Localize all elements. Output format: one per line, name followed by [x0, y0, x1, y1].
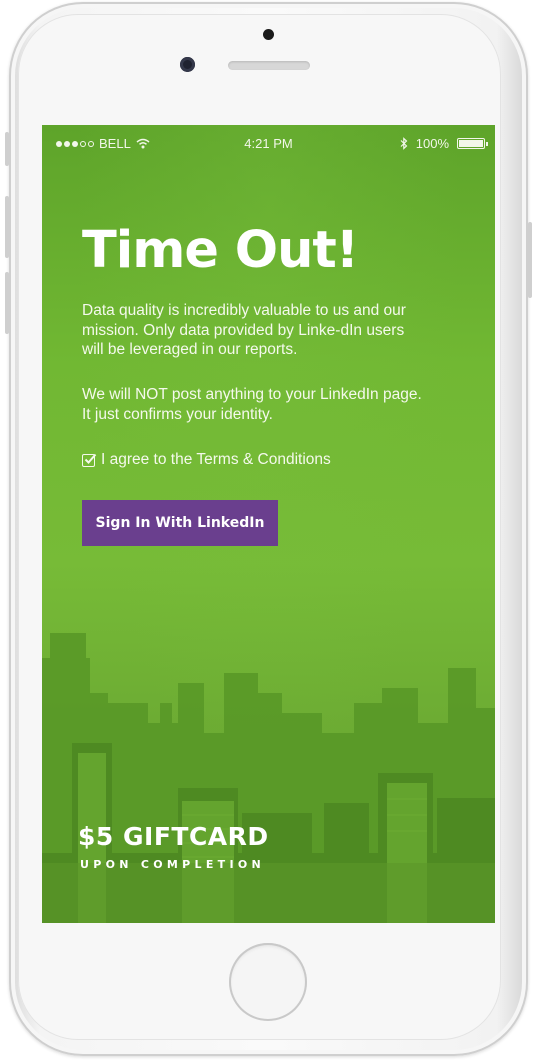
- volume-up-button: [5, 196, 9, 258]
- volume-down-button: [5, 272, 9, 334]
- check-mark-icon: [84, 453, 97, 464]
- terms-agreement[interactable]: I agree to the Terms & Conditions: [82, 451, 331, 469]
- power-button: [528, 222, 532, 298]
- giftcard-headline: $5 GIFTCARD: [78, 822, 269, 851]
- home-button[interactable]: [229, 943, 307, 1021]
- sign-in-linkedin-button[interactable]: Sign In With LinkedIn: [82, 500, 278, 546]
- battery-icon: [457, 138, 488, 149]
- mute-switch: [5, 132, 9, 166]
- page-title: Time Out!: [82, 221, 359, 280]
- checkbox-icon[interactable]: [82, 453, 97, 467]
- status-bar: BELL 4:21 PM 100%: [42, 125, 495, 161]
- terms-label: I agree to the Terms & Conditions: [101, 451, 331, 468]
- bluetooth-icon: [400, 137, 408, 150]
- front-camera: [180, 57, 195, 72]
- privacy-paragraph: We will NOT post anything to your Linked…: [82, 386, 422, 423]
- data-quality-paragraph: Data quality is incredibly valuable to u…: [82, 302, 406, 358]
- proximity-sensor: [263, 29, 274, 40]
- giftcard-subline: UPON COMPLETION: [80, 858, 265, 871]
- battery-level: [459, 140, 483, 147]
- battery-percent: 100%: [415, 136, 449, 151]
- earpiece-speaker: [228, 61, 310, 70]
- phone-screen: BELL 4:21 PM 100% Time Out! Data quality…: [42, 125, 495, 923]
